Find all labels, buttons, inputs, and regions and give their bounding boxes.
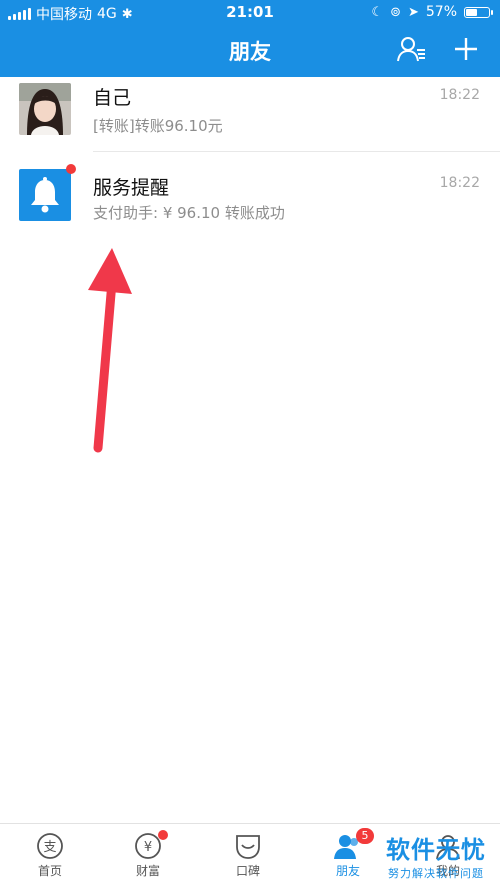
moon-icon: ☾ [371, 4, 384, 20]
tab-label: 财富 [135, 864, 160, 878]
watermark: 软件无忧 努力解决软件问题 [386, 830, 486, 881]
wealth-icon: ¥ [134, 830, 168, 860]
conversation-time: 18:22 [439, 175, 480, 191]
location-icon: ➤ [407, 4, 419, 20]
status-bar: 中国移动 4G ✱ 21:01 ☾ ⊚ ➤ 57% [0, 0, 500, 26]
bell-icon [19, 169, 71, 221]
conversation-item-service-reminder[interactable]: 服务提醒 支付助手: ¥ 96.10 转账成功 18:22 [0, 152, 500, 228]
svg-text:支: 支 [43, 840, 56, 855]
app-header: 中国移动 4G ✱ 21:01 ☾ ⊚ ➤ 57% 朋友 [0, 0, 500, 77]
tab-label: 朋友 [335, 864, 360, 878]
battery-icon [464, 6, 493, 18]
conversation-name: 服务提醒 [93, 177, 170, 199]
unread-count-badge: 5 [356, 828, 374, 844]
tab-label: 首页 [37, 864, 62, 878]
alipay-home-icon: 支 [36, 832, 64, 860]
watermark-main: 软件无忧 [386, 836, 486, 864]
tab-home[interactable]: 支 首页 [10, 832, 90, 879]
contacts-icon[interactable] [396, 36, 426, 66]
nav-actions [396, 36, 478, 66]
avatar [19, 83, 71, 135]
conversation-preview: 支付助手: ¥ 96.10 转账成功 [93, 204, 285, 222]
orientation-lock-icon: ⊚ [390, 4, 401, 20]
svg-text:¥: ¥ [144, 840, 152, 855]
conversation-item-self[interactable]: 自己 [转账]转账96.10元 18:22 [0, 77, 500, 151]
add-icon[interactable] [454, 37, 478, 65]
unread-dot [66, 164, 76, 174]
conversation-time: 18:22 [439, 87, 480, 103]
tab-koubei[interactable]: 口碑 [208, 832, 288, 879]
tab-label: 口碑 [235, 864, 260, 878]
tab-friends[interactable]: 5 朋友 [308, 828, 388, 879]
tab-wealth[interactable]: ¥ 财富 [108, 830, 188, 879]
friends-icon: 5 [334, 828, 374, 860]
conversation-preview: [转账]转账96.10元 [93, 117, 223, 135]
battery-percent: 57% [425, 4, 457, 20]
koubei-icon [234, 832, 262, 860]
status-right: ☾ ⊚ ➤ 57% [371, 4, 493, 20]
watermark-sub: 努力解决软件问题 [388, 867, 484, 880]
badge-dot [158, 830, 168, 840]
conversation-name: 自己 [93, 87, 132, 109]
